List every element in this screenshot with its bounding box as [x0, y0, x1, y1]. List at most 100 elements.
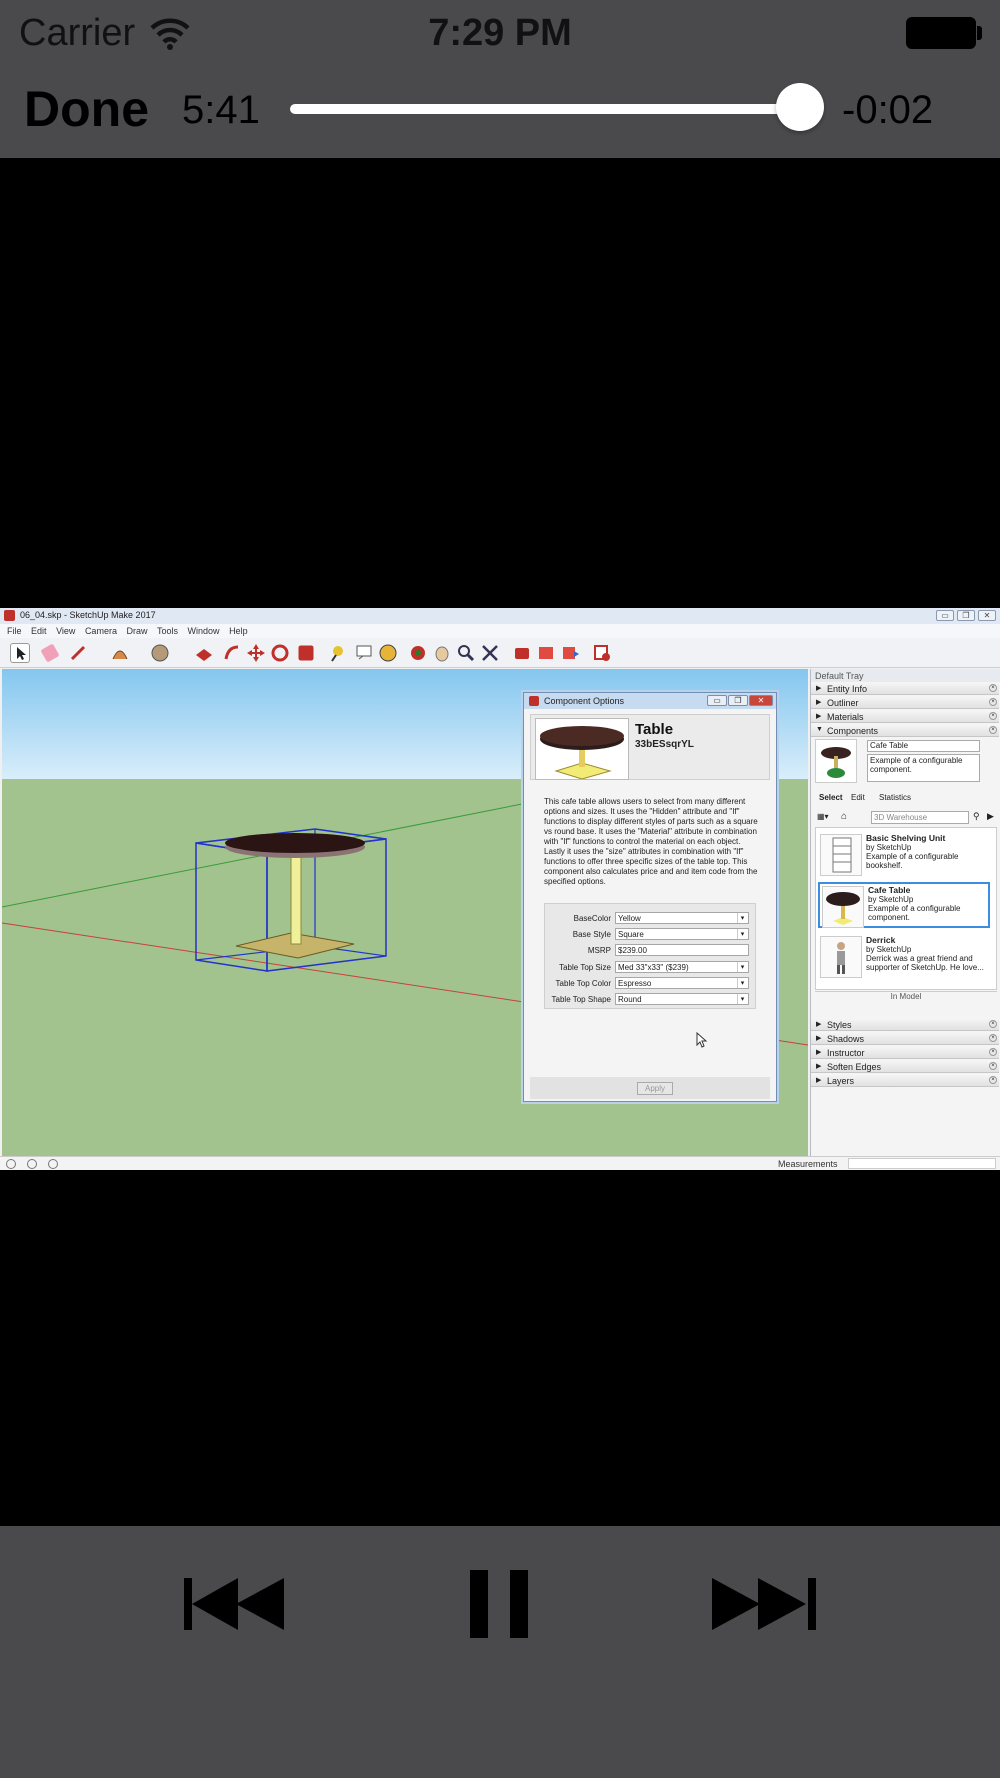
tray-section-styles: ▶ Styles × — [811, 1018, 999, 1031]
follow-me-tool-icon — [222, 643, 242, 663]
close-icon: × — [989, 1062, 997, 1070]
move-tool-icon — [246, 643, 266, 663]
zoom-tool-icon — [456, 643, 476, 663]
option-row: BaseColor Yellow — [545, 912, 755, 926]
list-item: Derrick by SketchUp Derrick was a great … — [818, 934, 990, 980]
warehouse-search-input: 3D Warehouse — [871, 811, 969, 824]
scrubber-knob[interactable] — [775, 83, 824, 131]
cafe-table-thumbnail — [822, 886, 864, 928]
item-name: Derrick — [866, 935, 896, 945]
in-model-dropdown: In Model — [815, 991, 997, 1003]
tray-title: Default Tray — [815, 671, 864, 681]
collapsed-arrow-icon: ▶ — [816, 1035, 822, 1042]
zoom-extents-tool-icon — [480, 643, 500, 663]
tray-section-label: Styles — [827, 1020, 852, 1030]
done-button[interactable]: Done — [24, 80, 149, 138]
option-row: Base Style Square — [545, 928, 755, 942]
restore-icon: ❐ — [957, 610, 975, 621]
pause-icon[interactable] — [470, 1570, 528, 1641]
tray-section-shadows: ▶ Shadows × — [811, 1032, 999, 1045]
player-controls-bar — [0, 1526, 1000, 1778]
tray-section-label: Entity Info — [827, 684, 868, 694]
menu-help: Help — [229, 626, 248, 636]
pencil-tool-icon — [68, 643, 88, 663]
menu-file: File — [7, 626, 22, 636]
share-model-icon — [560, 643, 580, 663]
default-tray: Default Tray ▶ Entity Info × ▶ Outliner × ▶ M… — [810, 669, 1000, 1156]
selected-component-thumbnail — [815, 739, 857, 783]
menu-edit: Edit — [31, 626, 47, 636]
video-frame[interactable]: 06_04.skp - SketchUp Make 2017 ▭ ❐ ✕ File … — [0, 608, 1000, 1170]
mouse-cursor-icon — [696, 1031, 708, 1051]
option-label: Table Top Shape — [551, 995, 611, 1004]
close-icon: × — [989, 1048, 997, 1056]
info-icon — [27, 1159, 37, 1169]
tray-section-label: Shadows — [827, 1034, 865, 1044]
pan-tool-icon — [432, 643, 452, 663]
list-item: Basic Shelving Unit by SketchUp Example … — [818, 832, 990, 878]
component-name: Table — [635, 721, 674, 738]
sketchup-menu-bar: File Edit View Camera Draw Tools Window … — [0, 624, 1000, 638]
list-item-selected: Cafe Table by SketchUp Example of a conf… — [818, 882, 990, 928]
option-label: BaseColor — [573, 914, 611, 923]
window-buttons: ▭ ❐ ✕ — [933, 610, 996, 621]
option-select: Round — [615, 993, 749, 1005]
option-row: Table Top Color Espresso — [545, 977, 755, 991]
option-select: Med 33"x33" ($239) — [615, 961, 749, 973]
tab-statistics: Statistics — [879, 793, 912, 802]
option-select: Espresso — [615, 977, 749, 989]
rotate-tool-icon — [270, 643, 290, 663]
dialog-title-bar: Component Options ▭ ❐ ✕ — [524, 693, 776, 709]
sketchup-status-bar: Measurements — [0, 1156, 1000, 1170]
close-icon: × — [989, 1020, 997, 1028]
window-title: 06_04.skp - SketchUp Make 2017 — [20, 610, 156, 620]
option-select: Square — [615, 928, 749, 940]
menu-window: Window — [187, 626, 220, 636]
player-top-bar: Carrier 7:29 PM Done 5:41 -0:02 — [0, 0, 1000, 158]
component-options-dialog: Component Options ▭❐✕ Table 33bESsqrYL — [523, 692, 777, 1102]
close-icon: × — [989, 698, 997, 706]
warehouse-icon — [512, 643, 532, 663]
view-options-icon: ▦▾ — [817, 812, 829, 821]
tray-section-outliner: ▶ Outliner × — [811, 696, 999, 709]
user-icon — [48, 1159, 58, 1169]
option-row: MSRP $239.00 — [545, 944, 755, 958]
measurements-label: Measurements — [778, 1159, 838, 1169]
geo-location-icon — [6, 1159, 16, 1169]
arc-tool-icon — [110, 643, 130, 663]
component-description: This cafe table allows users to select f… — [544, 797, 758, 886]
tray-section-label: Components — [827, 726, 879, 736]
shelving-unit-thumbnail — [820, 834, 862, 876]
component-code: 33bESsqrYL — [635, 739, 694, 750]
tray-section-label: Soften Edges — [827, 1062, 882, 1072]
close-icon: × — [989, 684, 997, 692]
tray-section-layers: ▶ Layers × — [811, 1074, 999, 1087]
option-label: Table Top Size — [559, 963, 611, 972]
component-description-field: Example of a configurable component. — [867, 754, 980, 782]
tab-select: Select — [819, 793, 843, 802]
tray-section-components: ▼ Components × — [811, 724, 999, 737]
tray-section-label: Layers — [827, 1076, 855, 1086]
item-description: Example of a configurable bookshelf. — [866, 852, 959, 870]
collapsed-arrow-icon: ▶ — [816, 699, 822, 706]
component-list: Basic Shelving Unit by SketchUp Example … — [815, 827, 997, 990]
scrubber-track[interactable] — [290, 104, 800, 114]
push-pull-tool-icon — [194, 643, 214, 663]
tray-section-label: Outliner — [827, 698, 859, 708]
menu-tools: Tools — [157, 626, 179, 636]
skip-forward-icon[interactable] — [712, 1578, 816, 1633]
close-icon: × — [989, 726, 997, 734]
collapsed-arrow-icon: ▶ — [816, 1077, 822, 1084]
table-thumbnail — [535, 718, 629, 780]
option-label: Base Style — [572, 930, 611, 939]
tray-section-label: Materials — [827, 712, 864, 722]
tray-section-materials: ▶ Materials × — [811, 710, 999, 723]
option-label: MSRP — [587, 946, 611, 955]
skip-back-icon[interactable] — [184, 1578, 288, 1633]
scale-tool-icon — [298, 645, 314, 661]
close-icon: ✕ — [749, 695, 773, 706]
item-name: Cafe Table — [868, 885, 911, 895]
tab-edit: Edit — [851, 793, 865, 802]
collapsed-arrow-icon: ▶ — [816, 713, 822, 720]
minimize-icon: ▭ — [936, 610, 954, 621]
